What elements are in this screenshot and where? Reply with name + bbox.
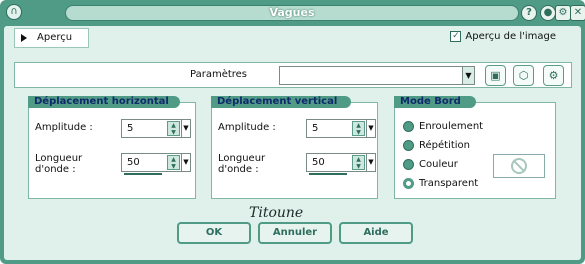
radio-color[interactable]: Couleur [403,159,458,170]
chevron-down-icon[interactable]: ▼ [181,120,190,137]
amplitude-stepper[interactable]: 5 ▲ ▼ ▼ [306,119,376,138]
radio-transparent[interactable]: Transparent [403,178,478,189]
window-title: Vagues [65,5,519,21]
horizontal-displacement-group: Déplacement horizontal Amplitude : 5 ▲ ▼ … [28,96,196,199]
spin-arrows-icon[interactable]: ▲ ▼ [167,155,180,170]
preset-manage-icon[interactable]: ⚙ [543,65,564,86]
no-entry-icon [511,158,527,174]
watermark-signature: Titoune [249,205,304,221]
amplitude-label: Amplitude : [218,122,276,133]
wavelength-value: 50 [127,157,140,168]
parameters-label: Paramètres [190,69,248,80]
group-title: Déplacement vertical [211,96,351,108]
window-menu-icon[interactable]: ∩ [6,4,22,20]
wavelength-label: Longueur d'onde : [35,153,83,175]
round-button-icon[interactable]: ● [540,5,556,21]
radio-button[interactable] [403,140,414,151]
vertical-displacement-group: Déplacement vertical Amplitude : 5 ▲ ▼ ▼ … [211,96,378,199]
radio-button[interactable] [403,121,414,132]
group-title: Déplacement horizontal [28,96,180,108]
save-icon[interactable]: ▣ [485,65,506,86]
value-slider[interactable] [309,173,347,175]
spin-arrows-icon[interactable]: ▲ ▼ [352,155,365,170]
chevron-down-icon[interactable]: ▼ [462,67,474,84]
group-title: Mode Bord [394,96,476,108]
amplitude-stepper[interactable]: 5 ▲ ▼ ▼ [121,119,191,138]
ok-button[interactable]: OK [177,222,251,244]
image-preview-label: Aperçu de l'image [465,31,556,42]
chevron-down-icon[interactable]: ▼ [181,154,190,171]
preset-select[interactable]: ▼ [279,66,475,85]
radio-label: Répétition [419,140,471,151]
radio-label: Enroulement [419,121,484,132]
image-preview-checkbox[interactable]: ✓ [450,31,462,42]
spin-arrows-icon[interactable]: ▲ ▼ [167,121,180,136]
settings-icon[interactable]: ⚙ [555,5,571,21]
dialog-window: ∩ Vagues ? ● ⚙ ✕ Aperçu ✓ Aperçu de l'im… [0,0,585,264]
image-preview-option[interactable]: ✓ Aperçu de l'image [450,31,556,42]
help-button[interactable]: Aide [339,222,413,244]
radio-wrap[interactable]: Enroulement [403,121,483,132]
wavelength-stepper[interactable]: 50 ▲ ▼ ▼ [121,153,191,175]
radio-label: Transparent [419,178,479,189]
wavelength-stepper[interactable]: 50 ▲ ▼ ▼ [306,153,376,175]
value-slider[interactable] [124,173,162,175]
chevron-down-icon[interactable]: ▼ [366,120,375,137]
radio-button-selected[interactable] [403,178,414,189]
radio-button[interactable] [403,159,414,170]
randomize-icon[interactable]: ⬡ [513,65,534,86]
color-swatch[interactable] [493,154,545,178]
title-bar[interactable]: ∩ Vagues ? ● ⚙ ✕ [0,0,585,26]
parameters-row: Paramètres ▼ ▣ ⬡ ⚙ [14,62,572,88]
edge-mode-group: Mode Bord Enroulement Répétition Couleur… [394,96,556,199]
cancel-button[interactable]: Annuler [258,222,332,244]
amplitude-value: 5 [312,123,319,134]
close-icon[interactable]: ✕ [570,5,585,21]
wavelength-label: Longueur d'onde : [218,153,266,175]
expand-arrow-icon [21,34,27,42]
wavelength-value: 50 [312,157,325,168]
spin-arrows-icon[interactable]: ▲ ▼ [352,121,365,136]
amplitude-value: 5 [127,123,134,134]
radio-label: Couleur [419,159,458,170]
preview-toggle[interactable]: Aperçu [14,28,89,48]
preview-label: Aperçu [37,32,73,43]
chevron-down-icon[interactable]: ▼ [366,154,375,171]
dialog-body: Aperçu ✓ Aperçu de l'image Paramètres ▼ … [4,26,581,260]
radio-repeat[interactable]: Répétition [403,140,470,151]
help-icon[interactable]: ? [521,5,537,21]
amplitude-label: Amplitude : [35,122,93,133]
